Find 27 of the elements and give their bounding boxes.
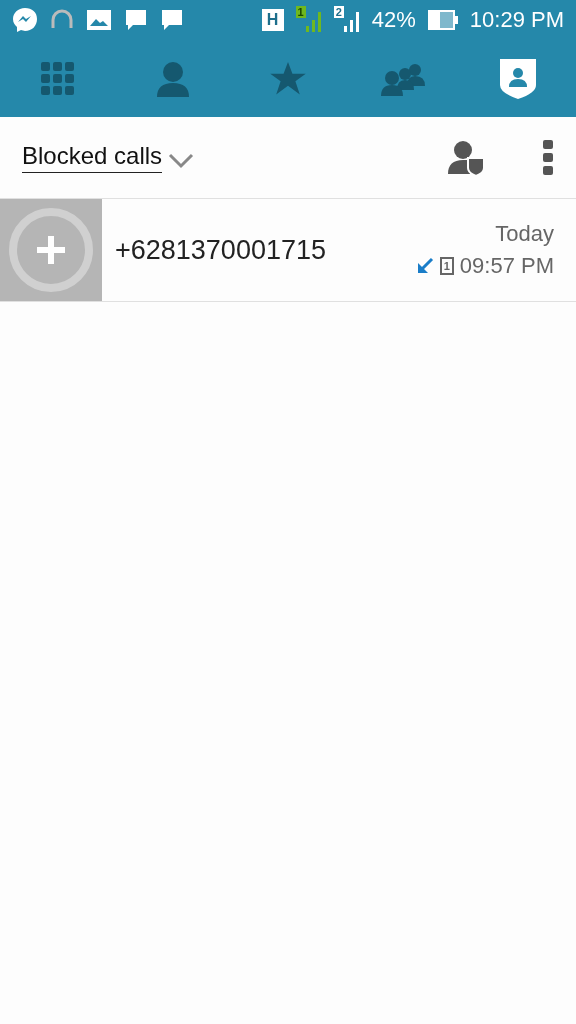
sim-label: 2	[333, 6, 344, 18]
plus-icon	[8, 207, 94, 293]
add-contact-avatar[interactable]	[0, 199, 102, 301]
network-type: H	[261, 9, 284, 31]
person-shield-icon[interactable]	[448, 139, 484, 176]
messenger-icon	[12, 7, 38, 33]
phone-number: +6281370001715	[115, 234, 326, 266]
shield-person-icon	[500, 58, 537, 99]
sim-badge: 1	[439, 257, 454, 275]
chat-icon	[160, 8, 184, 32]
image-icon	[86, 9, 112, 31]
dialpad-icon	[40, 61, 75, 96]
call-time: 09:57 PM	[459, 253, 554, 279]
battery-icon	[427, 10, 458, 30]
chevron-down-icon[interactable]	[168, 152, 195, 169]
battery-percent: 42%	[371, 7, 416, 33]
group-icon	[379, 61, 428, 96]
chat-icon	[124, 8, 148, 32]
clock: 10:29 PM	[469, 7, 564, 33]
incoming-arrow-icon	[415, 257, 434, 275]
person-icon	[155, 60, 190, 97]
call-date: Today	[495, 221, 554, 247]
more-options-icon[interactable]	[542, 139, 554, 176]
call-row[interactable]: +6281370001715 Today 1 09:57 PM	[0, 199, 576, 302]
list-filter-dropdown[interactable]: Blocked calls	[22, 142, 163, 173]
star-icon	[270, 61, 306, 96]
sim-label: 1	[295, 6, 306, 18]
